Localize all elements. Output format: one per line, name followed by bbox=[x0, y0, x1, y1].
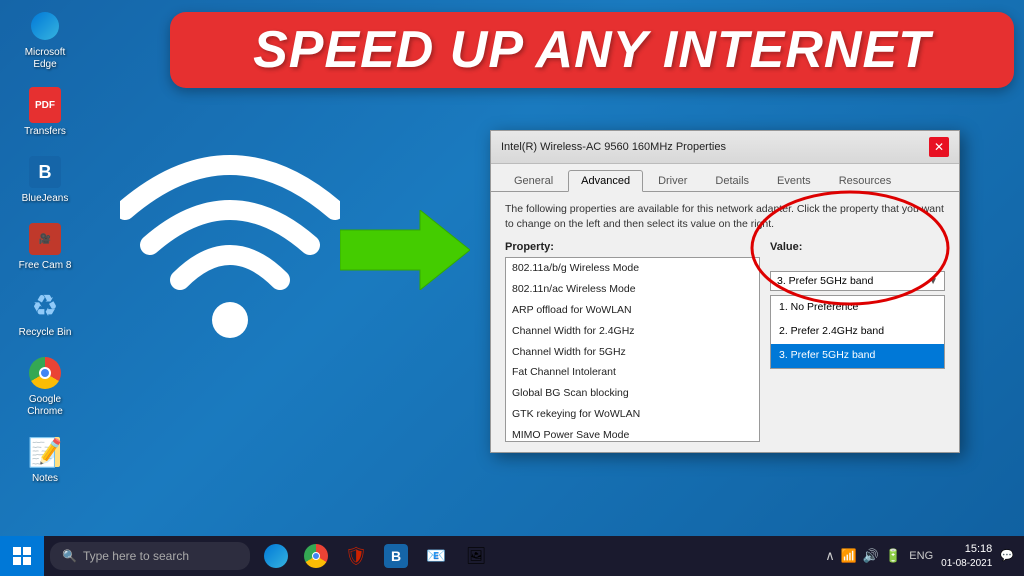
desktop: SPEED UP ANY INTERNET MicrosoftEdge PDF … bbox=[0, 0, 1024, 576]
taskbar-apps: 🛡 B 📧 🖼 bbox=[258, 538, 494, 574]
prop-item-3[interactable]: Channel Width for 2.4GHz bbox=[506, 321, 759, 342]
desktop-icon-pdf[interactable]: PDF Transfers bbox=[10, 87, 80, 138]
recycle-label: Recycle Bin bbox=[19, 327, 72, 339]
value-col-header: Value: bbox=[770, 241, 945, 253]
system-clock[interactable]: 15:18 01-08-2021 bbox=[941, 542, 992, 569]
desktop-icon-bluejeans[interactable]: B BlueJeans bbox=[10, 154, 80, 205]
edge-label: MicrosoftEdge bbox=[25, 47, 66, 71]
dropdown-arrow-icon: ▼ bbox=[928, 276, 938, 287]
dialog-description: The following properties are available f… bbox=[505, 202, 945, 231]
date-display: 01-08-2021 bbox=[941, 557, 992, 570]
prop-item-0[interactable]: 802.11a/b/g Wireless Mode bbox=[506, 258, 759, 279]
tab-general[interactable]: General bbox=[501, 170, 566, 191]
network-icon[interactable]: 📶 bbox=[841, 548, 857, 564]
desktop-icon-chrome[interactable]: GoogleChrome bbox=[10, 355, 80, 418]
notes-icon: 📝 bbox=[27, 434, 63, 470]
taskbar: 🔍 Type here to search 🛡 B 📧 🖼 bbox=[0, 536, 1024, 576]
dialog-columns: Property: 802.11a/b/g Wireless Mode 802.… bbox=[505, 241, 945, 442]
start-button[interactable] bbox=[0, 536, 44, 576]
title-banner: SPEED UP ANY INTERNET bbox=[170, 12, 1014, 88]
chevron-up-icon[interactable]: ∧ bbox=[825, 548, 835, 564]
freecam-icon: 🎥 bbox=[27, 221, 63, 257]
recycle-icon: ♻ bbox=[27, 288, 63, 324]
taskbar-app-shield[interactable]: 🛡 bbox=[338, 538, 374, 574]
value-dropdown[interactable]: 3. Prefer 5GHz band ▼ bbox=[770, 271, 945, 291]
taskbar-app-photos[interactable]: 🖼 bbox=[458, 538, 494, 574]
volume-icon[interactable]: 🔊 bbox=[863, 548, 879, 564]
desktop-icon-notes[interactable]: 📝 Notes bbox=[10, 434, 80, 485]
pdf-label: Transfers bbox=[24, 126, 66, 138]
taskbar-app-blue[interactable]: B bbox=[378, 538, 414, 574]
taskbar-right: ∧ 📶 🔊 🔋 ENG 15:18 01-08-2021 💬 bbox=[825, 542, 1024, 569]
dialog-titlebar: Intel(R) Wireless-AC 9560 160MHz Propert… bbox=[491, 131, 959, 164]
battery-icon: 🔋 bbox=[885, 548, 901, 564]
wifi-symbol bbox=[120, 130, 340, 350]
pdf-icon: PDF bbox=[27, 87, 63, 123]
desktop-icons: MicrosoftEdge PDF Transfers B BlueJeans … bbox=[10, 8, 80, 485]
notification-icon[interactable]: 💬 bbox=[1000, 549, 1014, 562]
option-3[interactable]: 3. Prefer 5GHz band bbox=[771, 344, 944, 368]
tab-advanced[interactable]: Advanced bbox=[568, 170, 643, 192]
property-column: Property: 802.11a/b/g Wireless Mode 802.… bbox=[505, 241, 760, 442]
right-arrow bbox=[340, 210, 470, 310]
bluejeans-icon: B bbox=[27, 154, 63, 190]
desktop-icon-recycle[interactable]: ♻ Recycle Bin bbox=[10, 288, 80, 339]
tab-resources[interactable]: Resources bbox=[826, 170, 905, 191]
prop-item-6[interactable]: Global BG Scan blocking bbox=[506, 383, 759, 404]
prop-item-2[interactable]: ARP offload for WoWLAN bbox=[506, 300, 759, 321]
title-text: SPEED UP ANY INTERNET bbox=[198, 24, 986, 76]
option-1[interactable]: 1. No Preference bbox=[771, 296, 944, 320]
edge-icon bbox=[27, 8, 63, 44]
property-list[interactable]: 802.11a/b/g Wireless Mode 802.11n/ac Wir… bbox=[505, 257, 760, 442]
search-icon: 🔍 bbox=[62, 549, 77, 563]
tab-events[interactable]: Events bbox=[764, 170, 824, 191]
taskbar-app-chrome[interactable] bbox=[298, 538, 334, 574]
value-column: Value: 3. Prefer 5GHz band ▼ 1. No Prefe… bbox=[770, 241, 945, 442]
desktop-icon-freecam[interactable]: 🎥 Free Cam 8 bbox=[10, 221, 80, 272]
language-indicator[interactable]: ENG bbox=[909, 550, 933, 562]
freecam-label: Free Cam 8 bbox=[19, 260, 72, 272]
option-2[interactable]: 2. Prefer 2.4GHz band bbox=[771, 320, 944, 344]
dialog-close-button[interactable]: ✕ bbox=[929, 137, 949, 157]
notes-label: Notes bbox=[32, 473, 58, 485]
taskbar-search[interactable]: 🔍 Type here to search bbox=[50, 542, 250, 570]
tab-details[interactable]: Details bbox=[702, 170, 762, 191]
property-col-header: Property: bbox=[505, 241, 760, 253]
dialog-tabs: General Advanced Driver Details Events R… bbox=[491, 164, 959, 192]
windows-icon bbox=[13, 547, 31, 565]
dropdown-options: 1. No Preference 2. Prefer 2.4GHz band 3… bbox=[770, 295, 945, 369]
bluejeans-label: BlueJeans bbox=[22, 193, 69, 205]
prop-item-4[interactable]: Channel Width for 5GHz bbox=[506, 342, 759, 363]
taskbar-app-edge[interactable] bbox=[258, 538, 294, 574]
taskbar-app-outlook[interactable]: 📧 bbox=[418, 538, 454, 574]
prop-item-5[interactable]: Fat Channel Intolerant bbox=[506, 362, 759, 383]
properties-dialog: Intel(R) Wireless-AC 9560 160MHz Propert… bbox=[490, 130, 960, 453]
search-placeholder-text: Type here to search bbox=[83, 549, 189, 563]
system-tray-icons: ∧ 📶 🔊 🔋 bbox=[825, 548, 901, 564]
desktop-icon-edge[interactable]: MicrosoftEdge bbox=[10, 8, 80, 71]
chrome-icon bbox=[27, 355, 63, 391]
prop-item-8[interactable]: MIMO Power Save Mode bbox=[506, 425, 759, 443]
chrome-label: GoogleChrome bbox=[27, 394, 63, 418]
dialog-body: The following properties are available f… bbox=[491, 192, 959, 452]
dialog-title: Intel(R) Wireless-AC 9560 160MHz Propert… bbox=[501, 141, 726, 153]
time-display: 15:18 bbox=[941, 542, 992, 556]
tab-driver[interactable]: Driver bbox=[645, 170, 700, 191]
selected-value-text: 3. Prefer 5GHz band bbox=[777, 275, 873, 287]
prop-item-1[interactable]: 802.11n/ac Wireless Mode bbox=[506, 279, 759, 300]
prop-item-7[interactable]: GTK rekeying for WoWLAN bbox=[506, 404, 759, 425]
